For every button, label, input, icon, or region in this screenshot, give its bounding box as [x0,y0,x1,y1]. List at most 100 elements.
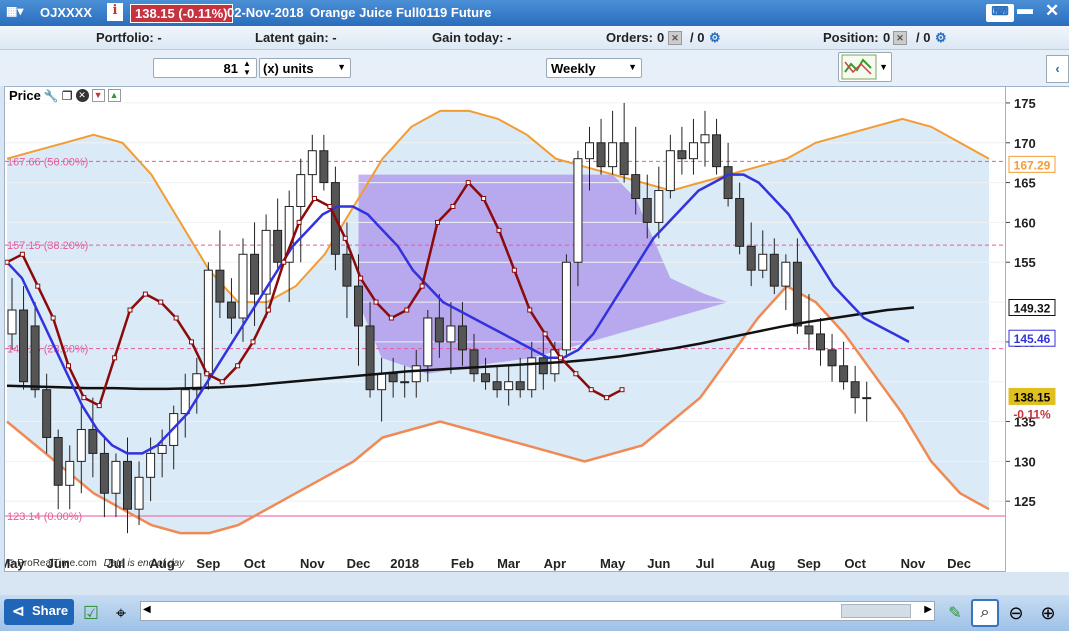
side-panel-toggle[interactable]: ‹ [1046,55,1069,83]
x-axis-tick-label: May [600,556,626,571]
candle-body [735,198,745,247]
units-label: (x) units [263,61,314,76]
latent-gain-status: Latent gain: - [255,30,337,45]
chevron-down-icon: ▼ [628,62,637,72]
minimize-button[interactable]: ▬ [1017,1,1033,19]
y-axis-tick-label: 125 [1014,494,1036,509]
units-select[interactable]: (x) units ▼ [259,58,351,78]
candle-body [654,190,664,223]
y-axis-tick-label: 165 [1014,176,1036,191]
zoom-area-icon[interactable]: ⌕ [971,599,999,627]
share-button[interactable]: ⊲ Share [4,599,74,625]
x-axis-tick-label: Aug [750,556,775,571]
candle-body [411,365,421,383]
y-axis-tick-label: 155 [1014,255,1036,270]
x-axis-tick-label: Nov [901,556,926,571]
x-axis-tick-label: Dec [347,556,371,571]
oscillator-point [204,371,210,377]
oscillator-point [281,259,287,265]
drawing-tools-icon[interactable]: ✎ [943,601,967,625]
candle-body [180,389,190,415]
oscillator-point [358,275,364,281]
oscillator-point [66,363,71,369]
window-icon[interactable]: ❐ [62,89,73,103]
price-chart[interactable]: 167.66 (50.00%)157.15 (38.20%)144.16 (23… [5,87,1006,572]
arrow-down-icon[interactable]: ▼ [91,89,105,102]
zoom-in-icon[interactable]: ⊕ [1036,601,1060,625]
chevron-down-icon: ▼ [337,62,346,72]
candle-body [203,269,213,375]
chart-type-icon[interactable]: ▦▾ [6,4,23,18]
info-icon[interactable]: i [107,3,123,21]
price-panel-header: Price 🔧 ❐ ✕ ▼ ▲ [7,88,123,103]
y-axis-tick-label: 175 [1014,96,1036,111]
candle-body [377,373,387,391]
oscillator-point [112,355,118,361]
oscillator-point [296,219,302,225]
position-gear-icon[interactable]: ⚙ [935,30,947,46]
indicators-button[interactable]: ▼ [838,52,892,82]
oscillator-point [35,283,41,289]
price-badge: 138.15 (-0.11%) [130,4,233,23]
candle-body [307,150,317,176]
oscillator-point [50,315,56,321]
candle-body [99,452,109,494]
candle-body [250,253,260,295]
x-axis-tick-label: Feb [451,556,474,571]
footer-note: © ProRealTime.com Data is end of day [7,558,184,569]
candle-body [792,261,802,327]
y-axis-tick-label: 160 [1014,215,1036,230]
horizontal-scrollbar[interactable]: ◀ ▶ [140,601,935,621]
ticker-label[interactable]: OJXXXX [40,5,92,20]
oscillator-point [419,283,425,289]
candle-body [469,349,479,375]
close-button[interactable]: ✕ [1045,1,1059,21]
keyboard-icon[interactable]: ⌨ [986,4,1014,22]
arrow-up-icon[interactable]: ▲ [107,89,121,102]
quantity-input[interactable]: 81 [153,58,257,78]
wrench-icon[interactable]: 🔧 [44,89,59,103]
orders-cancel-icon[interactable]: ✕ [668,31,682,45]
candle-body [296,174,306,207]
candle-body [423,317,433,367]
position-cancel-icon[interactable]: ✕ [893,31,907,45]
oscillator-point [588,387,594,393]
cursor-icon[interactable]: ⌖ [110,600,132,626]
oscillator-point [219,379,225,385]
oscillator-point [158,299,164,305]
oscillator-point [19,251,25,257]
orders-gear-icon[interactable]: ⚙ [709,30,721,46]
zoom-out-icon[interactable]: ⊖ [1004,601,1028,625]
oscillator-point [542,331,548,337]
price-axis[interactable]: 125130135145155160165170175167.29149.321… [1006,86,1069,572]
share-icon: ⊲ [12,603,25,620]
chevron-down-icon: ▼ [879,62,888,72]
oscillator-point [127,307,133,313]
x-axis-tick-label: Oct [244,556,266,571]
panel-label: Price [9,88,41,103]
candle-body [42,389,52,438]
close-icon[interactable]: ✕ [75,89,89,102]
checklist-icon[interactable]: ☑ [80,600,102,626]
y-axis-tick-label: 130 [1014,454,1036,469]
orders-label: Orders: [606,30,653,45]
candle-body [238,253,248,319]
candle-body [226,301,236,319]
data-note: Data is end of day [103,558,185,569]
scroll-left-icon[interactable]: ◀ [143,604,151,615]
scrollbar-thumb[interactable] [841,604,911,618]
scroll-right-icon[interactable]: ▶ [924,604,932,615]
period-select[interactable]: Weekly ▼ [546,58,642,78]
oscillator-point [573,371,579,377]
oscillator-point [558,355,563,361]
quantity-stepper-icon[interactable]: ▲ ▼ [243,59,251,77]
toolbar: 81 ▲ ▼ (x) units ▼ Weekly ▼ ▼ ‹ [0,50,1069,86]
chart-area[interactable]: 167.66 (50.00%) 157.15 (38.20%) 144.16 (23… [4,86,1006,572]
period-label: Weekly [551,61,596,76]
oscillator-point [81,395,87,401]
candle-body [561,261,571,351]
candle-body [804,325,814,335]
candle-body [481,373,491,383]
position-label: Position: [823,30,879,45]
axis-price-badge-label: 138.15 [1014,390,1051,404]
